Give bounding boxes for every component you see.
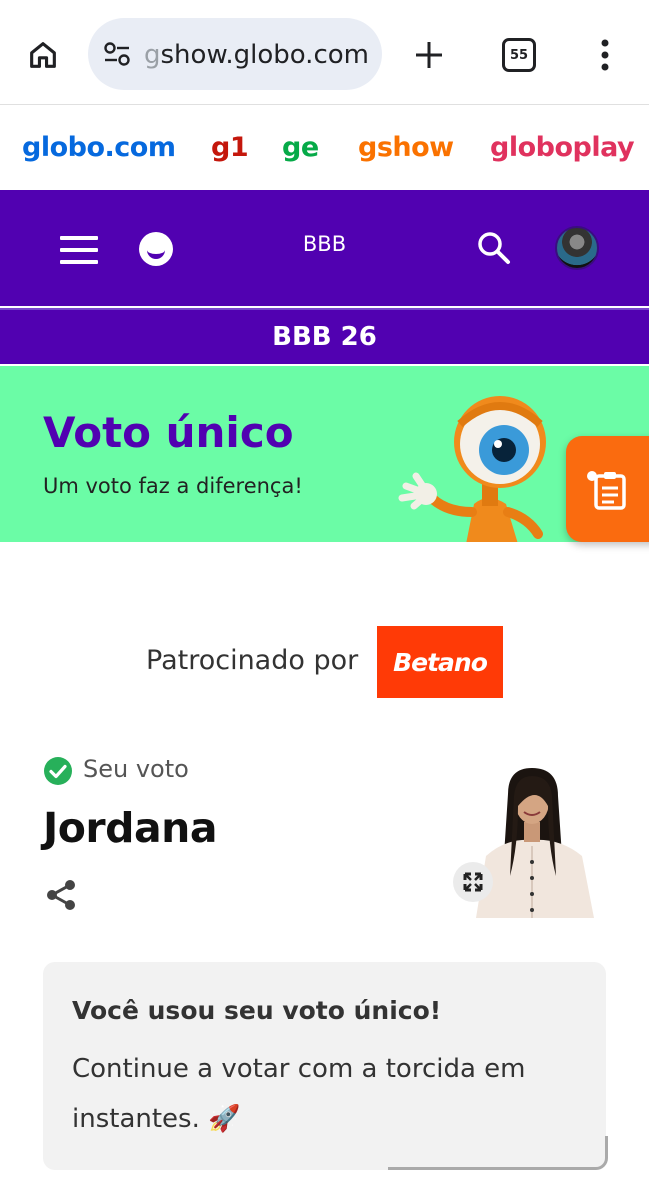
- banner-subtitle: Um voto faz a diferença!: [43, 474, 303, 498]
- check-circle-icon: [44, 757, 72, 785]
- voting-guide-button[interactable]: [566, 436, 649, 542]
- sponsor-label: Patrocinado por: [146, 645, 359, 676]
- sponsor-brand-text: Betano: [393, 647, 488, 677]
- nav-link-globoplay[interactable]: globoplay: [490, 132, 635, 163]
- nav-link-ge[interactable]: ge: [282, 132, 319, 163]
- nav-link-g1[interactable]: g1: [211, 132, 249, 163]
- candidate-name: Jordana: [43, 804, 218, 852]
- program-bar: BBB 26: [0, 308, 649, 364]
- user-avatar[interactable]: [555, 226, 599, 270]
- your-vote-label: Seu voto: [83, 755, 189, 783]
- home-icon: [30, 42, 56, 68]
- program-title[interactable]: BBB 26: [0, 310, 649, 364]
- header-title: BBB: [302, 232, 347, 256]
- browser-toolbar: gshow.globo.com 55: [0, 0, 649, 105]
- card-shadow-edge: [388, 1136, 608, 1170]
- url-domain-text: show.globo.com: [160, 40, 369, 70]
- tabs-button[interactable]: 55: [502, 38, 536, 72]
- site-settings-icon[interactable]: [102, 40, 132, 68]
- home-button[interactable]: [22, 34, 64, 76]
- site-header: BBB: [0, 190, 649, 306]
- address-bar[interactable]: gshow.globo.com: [88, 18, 382, 90]
- share-icon[interactable]: [44, 878, 78, 912]
- browser-menu-button[interactable]: [590, 34, 620, 76]
- url-faded-text: g: [144, 40, 161, 70]
- vote-banner: Voto único Um voto faz a diferença!: [0, 366, 649, 542]
- nav-link-gshow[interactable]: gshow: [358, 132, 454, 163]
- url-text[interactable]: gshow.globo.com: [144, 40, 376, 70]
- confirmation-message: Continue a votar com a torcida em instan…: [72, 1054, 526, 1134]
- search-icon[interactable]: [476, 230, 512, 266]
- checklist-icon: [587, 471, 626, 510]
- expand-icon: [463, 872, 483, 892]
- new-tab-button[interactable]: [408, 34, 450, 76]
- globo-network-nav: globo.com g1 ge gshow globoplay: [0, 106, 649, 190]
- tab-count: 55: [509, 47, 529, 63]
- banner-title: Voto único: [43, 408, 294, 457]
- nav-link-globo[interactable]: globo.com: [22, 132, 176, 163]
- plus-icon: [416, 42, 442, 68]
- big-brother-eye-mascot-icon: [398, 396, 546, 542]
- confirmation-title: Você usou seu voto único!: [72, 996, 442, 1025]
- expand-photo-button[interactable]: [453, 862, 493, 902]
- sponsor-logo[interactable]: Betano: [377, 626, 503, 698]
- more-vert-icon: [601, 39, 609, 71]
